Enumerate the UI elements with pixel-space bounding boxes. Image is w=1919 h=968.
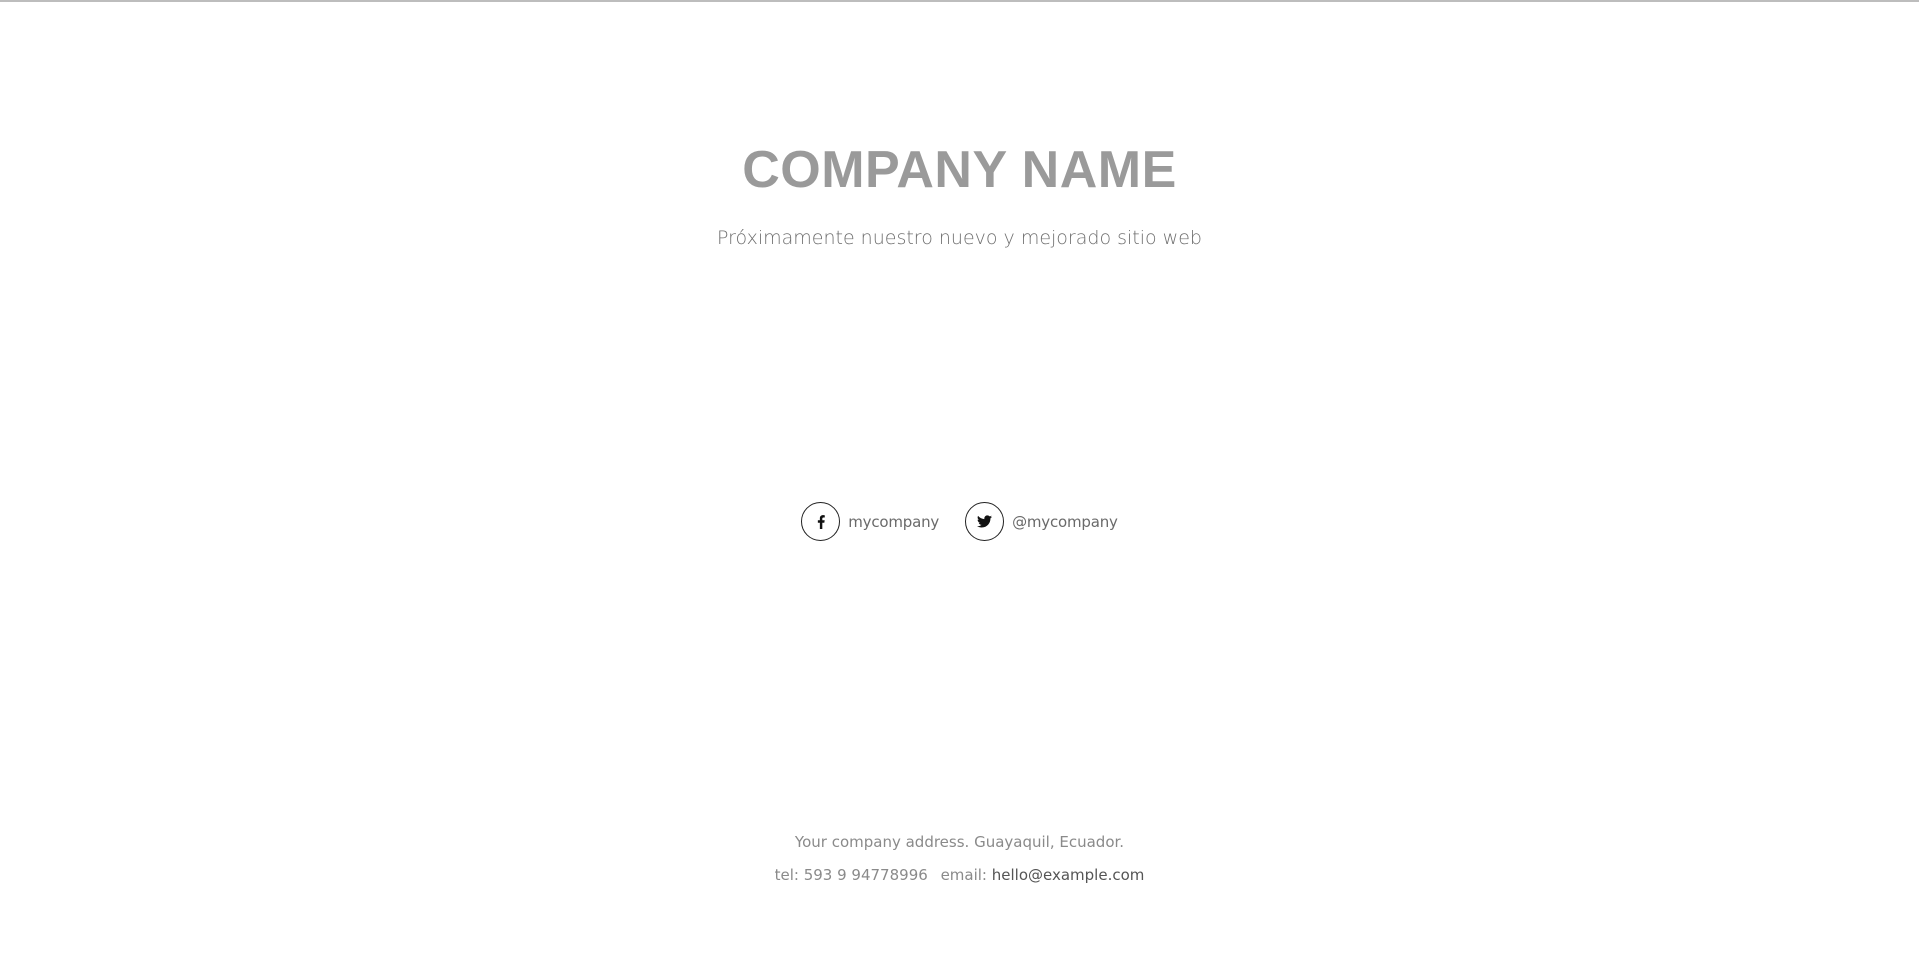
footer: Your company address. Guayaquil, Ecuador… (0, 826, 1919, 892)
social-links: mycompany @mycompany (0, 502, 1919, 541)
twitter-handle[interactable]: @mycompany (1012, 513, 1118, 531)
facebook-link[interactable]: mycompany (801, 502, 939, 541)
contact-line: tel: 593 9 94778996 email: hello@example… (0, 859, 1919, 892)
facebook-handle[interactable]: mycompany (848, 513, 939, 531)
tagline-text: Próximamente nuestro nuevo y mejorado si… (717, 227, 1202, 249)
company-address: Your company address. Guayaquil, Ecuador… (794, 833, 1125, 851)
tel-label: tel: (774, 866, 799, 884)
top-divider (0, 0, 1919, 2)
twitter-icon[interactable] (965, 502, 1005, 541)
tel-value: 593 9 94778996 (803, 866, 928, 884)
email-link[interactable]: hello@example.com (992, 866, 1145, 884)
facebook-icon[interactable] (801, 502, 841, 541)
hero-section: COMPANY NAME Próximamente nuestro nuevo … (0, 135, 1919, 249)
company-name-heading: COMPANY NAME (742, 141, 1177, 199)
twitter-link[interactable]: @mycompany (965, 502, 1118, 541)
landing-page: COMPANY NAME Próximamente nuestro nuevo … (0, 0, 1919, 968)
email-label: email: (940, 866, 987, 884)
